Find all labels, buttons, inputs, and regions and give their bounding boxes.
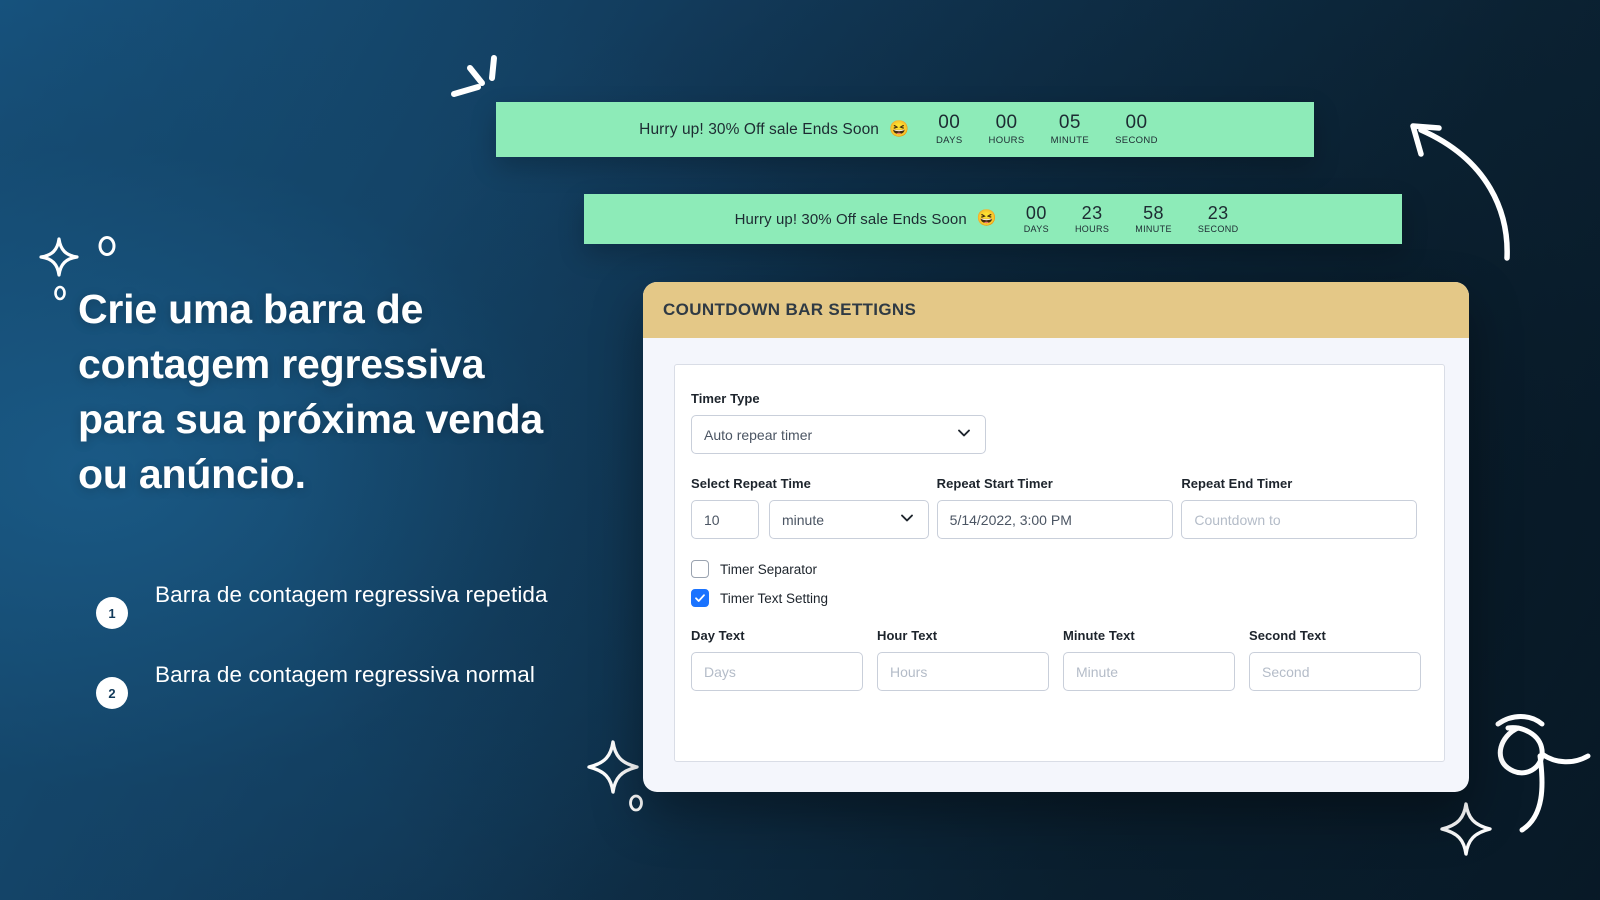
countdown-label: DAYS: [935, 134, 963, 146]
countdown-label: HOURS: [1074, 224, 1110, 235]
minute-text-input[interactable]: Minute: [1063, 652, 1235, 691]
day-text-input[interactable]: Days: [691, 652, 863, 691]
timer-text-setting-label: Timer Text Setting: [720, 590, 829, 606]
countdown-message: Hurry up! 30% Off sale Ends Soon: [734, 210, 967, 228]
hour-text-label: Hour Text: [877, 628, 938, 643]
hour-text-field: Hour Text Hours: [877, 628, 1049, 691]
minute-text-field: Minute Text Minute: [1063, 628, 1235, 691]
countdown-unit-second: 00 SECOND: [1102, 113, 1171, 146]
countdown-value: 00: [1025, 202, 1047, 223]
countdown-unit-days: 00 DAYS: [1011, 202, 1062, 235]
countdown-unit-minute: 05 MINUTE: [1038, 113, 1103, 146]
repeat-unit-select[interactable]: minute: [769, 500, 929, 539]
day-text-field: Day Text Days: [691, 628, 863, 691]
chevron-down-icon: [898, 509, 916, 530]
countdown-value: 58: [1143, 202, 1164, 223]
repeat-end-timer-label: Repeat End Timer: [1181, 476, 1293, 491]
grinning-face-emoji-icon: 😆: [889, 120, 909, 138]
feature-text: Barra de contagem regressiva normal: [155, 662, 535, 687]
countdown-units: 00 DAYS 23 HOURS 58 MINUTE 23 SECOND: [1011, 202, 1252, 235]
repeat-end-timer-placeholder: Countdown to: [1194, 511, 1281, 528]
panel-header: COUNTDOWN BAR SETTIGNS: [643, 282, 1469, 338]
timer-type-field: Timer Type Auto repear timer: [691, 391, 986, 454]
chevron-down-icon: [955, 424, 973, 445]
timer-separator-checkbox-row[interactable]: Timer Separator: [691, 560, 1426, 578]
list-item: 2 Barra de contagem regressiva normal: [96, 655, 566, 709]
repeat-end-timer-field: Repeat End Timer Countdown to: [1181, 476, 1426, 539]
countdown-bar-normal: Hurry up! 30% Off sale Ends Soon 😆 00 DA…: [584, 194, 1402, 244]
timer-type-label: Timer Type: [691, 391, 760, 406]
countdown-value: 00: [995, 112, 1018, 134]
second-text-input[interactable]: Second: [1249, 652, 1421, 691]
list-item: 1 Barra de contagem regressiva repetida: [96, 575, 566, 629]
feature-number-badge: 1: [96, 597, 128, 629]
countdown-label: SECOND: [1197, 224, 1239, 235]
minute-text-label: Minute Text: [1063, 628, 1135, 643]
repeat-start-timer-label: Repeat Start Timer: [936, 476, 1053, 491]
timer-separator-label: Timer Separator: [720, 561, 818, 577]
page-title: Crie uma barra de contagem regressiva pa…: [78, 286, 544, 497]
timer-text-setting-checkbox-row[interactable]: Timer Text Setting: [691, 589, 1426, 607]
countdown-label: HOURS: [988, 134, 1025, 146]
select-repeat-time-label: Select Repeat Time: [691, 476, 811, 491]
second-text-placeholder: Second: [1262, 663, 1310, 680]
countdown-unit-days: 00 DAYS: [923, 113, 976, 146]
timer-type-select[interactable]: Auto repear timer: [691, 415, 986, 454]
day-text-label: Day Text: [691, 628, 745, 643]
countdown-value: 00: [1125, 112, 1148, 134]
countdown-unit-hours: 23 HOURS: [1062, 202, 1122, 235]
feature-number-badge: 2: [96, 677, 128, 709]
repeat-start-timer-value: 5/14/2022, 3:00 PM: [949, 511, 1072, 528]
countdown-value: 23: [1207, 202, 1229, 223]
repeat-quantity-input[interactable]: 10: [691, 500, 759, 539]
repeat-start-timer-field: Repeat Start Timer 5/14/2022, 3:00 PM: [936, 476, 1182, 539]
check-icon: [695, 594, 705, 602]
minute-text-placeholder: Minute: [1076, 663, 1119, 680]
timer-text-fields-row: Day Text Days Hour Text Hours Minute Tex…: [691, 628, 1426, 691]
settings-form: Timer Type Auto repear timer Select Repe…: [674, 364, 1445, 762]
countdown-label: SECOND: [1115, 134, 1158, 146]
repeat-settings-row: Select Repeat Time 10 minute Repeat Star…: [691, 476, 1426, 539]
day-text-placeholder: Days: [704, 663, 736, 680]
hour-text-placeholder: Hours: [890, 663, 928, 680]
countdown-message: Hurry up! 30% Off sale Ends Soon: [639, 120, 880, 138]
repeat-quantity-value: 10: [704, 511, 720, 528]
countdown-value: 00: [938, 112, 961, 134]
countdown-label: MINUTE: [1135, 224, 1172, 235]
timer-separator-checkbox[interactable]: [691, 560, 709, 578]
hour-text-input[interactable]: Hours: [877, 652, 1049, 691]
countdown-value: 23: [1081, 202, 1103, 223]
timer-type-value: Auto repear timer: [704, 426, 813, 443]
countdown-units: 00 DAYS 00 HOURS 05 MINUTE 00 SECOND: [923, 113, 1171, 146]
timer-text-setting-checkbox[interactable]: [691, 589, 709, 607]
grinning-face-emoji-icon: 😆: [976, 210, 997, 227]
select-repeat-time-field: Select Repeat Time 10 minute: [691, 476, 937, 539]
panel-body: Timer Type Auto repear timer Select Repe…: [643, 338, 1469, 792]
panel-title: COUNTDOWN BAR SETTIGNS: [663, 300, 917, 319]
countdown-bar-repeat: Hurry up! 30% Off sale Ends Soon 😆 00 DA…: [496, 102, 1314, 157]
countdown-label: MINUTE: [1050, 134, 1090, 146]
second-text-field: Second Text Second: [1249, 628, 1421, 691]
repeat-end-timer-input[interactable]: Countdown to: [1181, 500, 1418, 539]
repeat-start-timer-input[interactable]: 5/14/2022, 3:00 PM: [936, 500, 1173, 539]
feature-text: Barra de contagem regressiva repetida: [155, 582, 548, 607]
countdown-bar-settings-panel: COUNTDOWN BAR SETTIGNS Timer Type Auto r…: [643, 282, 1469, 792]
countdown-unit-minute: 58 MINUTE: [1122, 202, 1185, 235]
countdown-value: 05: [1058, 112, 1081, 134]
second-text-label: Second Text: [1249, 628, 1326, 643]
countdown-unit-hours: 00 HOURS: [976, 113, 1038, 146]
countdown-unit-second: 23 SECOND: [1185, 202, 1252, 235]
countdown-label: DAYS: [1023, 224, 1049, 235]
feature-list: 1 Barra de contagem regressiva repetida …: [96, 575, 566, 735]
repeat-unit-value: minute: [782, 511, 825, 528]
